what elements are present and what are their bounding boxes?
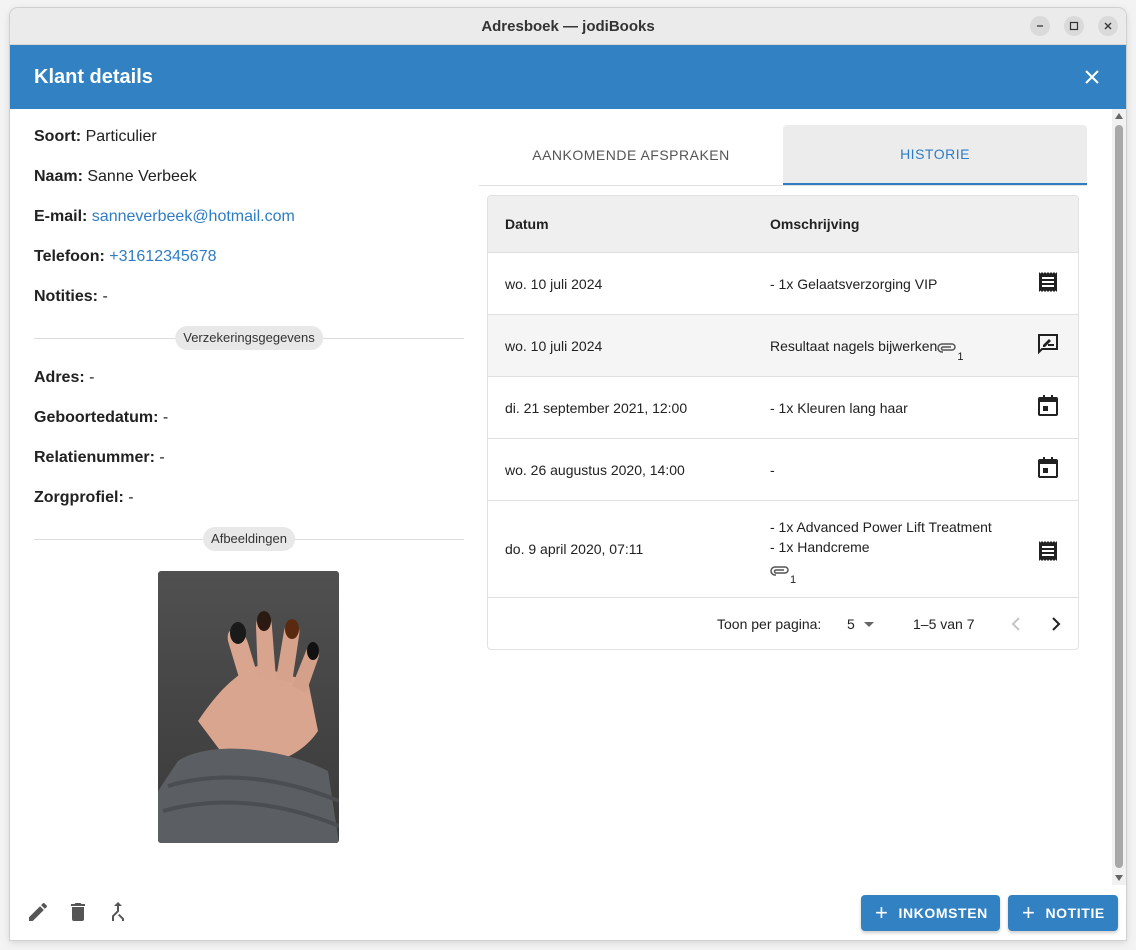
table-row[interactable]: wo. 10 juli 2024 - 1x Gelaatsverzorging … xyxy=(488,253,1078,315)
insurance-chip: Verzekeringsgegevens xyxy=(175,326,323,350)
table-header: Datum Omschrijving xyxy=(488,196,1078,253)
images-divider: Afbeeldingen xyxy=(34,527,464,551)
field-label: Naam: xyxy=(34,168,83,185)
row-date: do. 9 april 2020, 07:11 xyxy=(505,541,644,557)
maximize-icon[interactable] xyxy=(1064,16,1084,36)
field-value: - xyxy=(128,489,134,506)
tab-aankomende-afspraken[interactable]: AANKOMENDE AFSPRAKEN xyxy=(479,125,783,185)
calendar-icon[interactable] xyxy=(1036,394,1060,418)
field-geboortedatum: Geboortedatum: - xyxy=(34,409,168,427)
minimize-icon[interactable] xyxy=(1030,16,1050,36)
field-naam: Naam: Sanne Verbeek xyxy=(34,168,197,186)
row-date: wo. 10 juli 2024 xyxy=(505,276,603,292)
plus-icon: + xyxy=(1022,900,1036,925)
field-value: - xyxy=(102,288,108,305)
table-row[interactable]: wo. 10 juli 2024 Resultaat nagels bijwer… xyxy=(488,315,1078,377)
plus-icon: + xyxy=(875,900,889,925)
vertical-scrollbar[interactable] xyxy=(1112,109,1126,885)
chevron-right-icon[interactable] xyxy=(1044,612,1068,636)
table-row[interactable]: wo. 26 augustus 2020, 14:00 - xyxy=(488,439,1078,501)
column-omschrijving[interactable]: Omschrijving xyxy=(770,216,859,232)
window-titlebar: Adresboek — jodiBooks xyxy=(10,8,1126,45)
receipt-icon[interactable] xyxy=(1036,539,1060,563)
row-description-line: - 1x Advanced Power Lift Treatment xyxy=(770,519,992,535)
receipt-icon[interactable] xyxy=(1036,270,1060,294)
field-telefoon: Telefoon: +31612345678 xyxy=(34,248,217,266)
row-date: di. 21 september 2021, 12:00 xyxy=(505,400,688,416)
merge-icon[interactable] xyxy=(106,900,130,924)
field-adres: Adres: - xyxy=(34,369,94,387)
chevron-left-icon[interactable] xyxy=(1004,612,1028,636)
dialog-header: Klant details xyxy=(10,45,1126,109)
row-description-line: Resultaat nagels bijwerken xyxy=(770,338,938,354)
edit-icon[interactable] xyxy=(26,900,50,924)
scrollbar-thumb[interactable] xyxy=(1115,125,1123,868)
email-link[interactable]: sanneverbeek@hotmail.com xyxy=(92,208,295,225)
images-chip: Afbeeldingen xyxy=(203,527,295,551)
field-zorgprofiel: Zorgprofiel: - xyxy=(34,489,134,507)
customer-photo[interactable] xyxy=(158,571,339,843)
field-value: - xyxy=(159,449,165,466)
button-label: INKOMSTEN xyxy=(898,905,988,921)
button-label: NOTITIE xyxy=(1045,905,1105,921)
table-row[interactable]: do. 9 april 2020, 07:11 - 1x Advanced Po… xyxy=(488,501,1078,598)
field-email: E-mail: sanneverbeek@hotmail.com xyxy=(34,208,295,226)
field-soort: Soort: Particulier xyxy=(34,128,157,146)
field-relatienummer: Relatienummer: - xyxy=(34,449,165,467)
history-table: Datum Omschrijving wo. 10 juli 2024 - 1x… xyxy=(487,195,1079,650)
page-range: 1–5 van 7 xyxy=(913,616,975,632)
insurance-divider: Verzekeringsgegevens xyxy=(34,326,464,350)
phone-link[interactable]: +31612345678 xyxy=(109,248,216,265)
row-description: - xyxy=(770,462,775,478)
calendar-icon[interactable] xyxy=(1036,456,1060,480)
chevron-down-icon[interactable] xyxy=(864,622,874,627)
table-row[interactable]: di. 21 september 2021, 12:00 - 1x Kleure… xyxy=(488,377,1078,439)
scroll-down-icon[interactable] xyxy=(1115,875,1123,881)
rows-per-page-label: Toon per pagina: xyxy=(717,616,822,632)
attachment-count: 1 xyxy=(957,351,964,364)
field-label: E-mail: xyxy=(34,208,88,225)
row-date: wo. 26 augustus 2020, 14:00 xyxy=(505,462,685,478)
field-notities: Notities: - xyxy=(34,288,108,306)
add-inkomsten-button[interactable]: + INKOMSTEN xyxy=(861,895,1000,931)
tab-historie[interactable]: HISTORIE xyxy=(783,125,1087,185)
field-label: Telefoon: xyxy=(34,248,105,265)
attachment-count: 1 xyxy=(790,574,797,587)
window-close-icon[interactable] xyxy=(1098,16,1118,36)
row-description: - 1x Advanced Power Lift Treatment - 1x … xyxy=(770,517,992,586)
field-label: Notities: xyxy=(34,288,98,305)
table-pagination: Toon per pagina: 5 1–5 van 7 xyxy=(488,598,1078,649)
row-date: wo. 10 juli 2024 xyxy=(505,338,603,354)
field-value: Particulier xyxy=(85,128,157,145)
attachment-icon[interactable]: 1 xyxy=(770,562,796,586)
scroll-up-icon[interactable] xyxy=(1115,113,1123,119)
field-label: Zorgprofiel: xyxy=(34,489,124,506)
row-description: Resultaat nagels bijwerken 1 xyxy=(770,336,963,363)
field-label: Relatienummer: xyxy=(34,449,155,466)
dialog-content: Soort: Particulier Naam: Sanne Verbeek E… xyxy=(10,109,1112,885)
column-datum[interactable]: Datum xyxy=(505,216,549,232)
field-label: Geboortedatum: xyxy=(34,409,159,426)
field-value: Sanne Verbeek xyxy=(87,168,197,185)
dialog-actions: + INKOMSTEN + NOTITIE xyxy=(10,885,1126,940)
attachment-icon[interactable]: 1 xyxy=(937,339,963,363)
delete-icon[interactable] xyxy=(66,900,90,924)
window-title: Adresboek — jodiBooks xyxy=(481,17,655,35)
close-icon[interactable] xyxy=(1080,65,1104,89)
field-value: - xyxy=(162,409,169,426)
row-description: - 1x Gelaatsverzorging VIP xyxy=(770,276,938,292)
note-edit-icon[interactable] xyxy=(1036,332,1060,356)
dialog-title: Klant details xyxy=(34,65,153,88)
field-label: Adres: xyxy=(34,369,85,386)
app-window: Adresboek — jodiBooks Klant details Soor… xyxy=(10,8,1126,940)
tab-bar: AANKOMENDE AFSPRAKEN HISTORIE xyxy=(479,125,1087,186)
field-value: - xyxy=(89,369,95,386)
row-description-line: - 1x Handcreme xyxy=(770,539,870,555)
rows-per-page-select[interactable]: 5 xyxy=(847,616,855,632)
row-description: - 1x Kleuren lang haar xyxy=(770,400,908,416)
field-label: Soort: xyxy=(34,128,82,145)
add-notitie-button[interactable]: + NOTITIE xyxy=(1008,895,1118,931)
